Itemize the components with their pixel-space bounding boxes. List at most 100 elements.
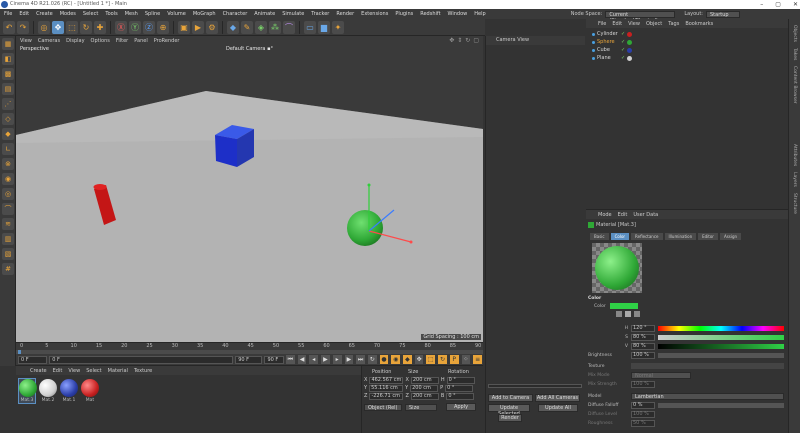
hue-slider[interactable] [658, 326, 784, 331]
menu-window[interactable]: Window [448, 11, 468, 17]
size-z-field[interactable]: 200 cm [410, 392, 439, 400]
rot-p-field[interactable]: 0 ° [445, 384, 474, 392]
viewport-menu-prorender[interactable]: ProRender [154, 38, 180, 44]
end-frame-field[interactable]: 90 F [235, 355, 263, 364]
edit-render-settings-icon[interactable]: ⚙ [206, 20, 218, 34]
scale-key-icon[interactable]: ⬚ [426, 355, 436, 364]
viewport-menu-filter[interactable]: Filter [116, 38, 128, 44]
zoom-icon[interactable]: ⇕ [457, 37, 462, 44]
array-icon[interactable]: ⁂ [269, 20, 281, 34]
x-axis-icon[interactable]: Ⓧ [115, 20, 127, 34]
mat-menu-create[interactable]: Create [30, 368, 47, 374]
picture-icon[interactable] [634, 311, 640, 317]
layout-select[interactable]: Startup [706, 10, 740, 18]
menu-mograph[interactable]: MoGraph [193, 11, 216, 17]
texture-slot[interactable] [631, 363, 784, 369]
saturation-slider[interactable] [658, 335, 784, 340]
coord-size-select[interactable]: Size [405, 403, 437, 411]
perspective-viewport[interactable]: Perspective Default Camera ▪° Grid Spaci… [16, 45, 483, 342]
grid-icon[interactable]: # [2, 263, 14, 275]
pen-icon[interactable]: ✎ [241, 20, 253, 34]
maximize-button[interactable]: ▢ [775, 1, 781, 8]
side-tab-attributes[interactable]: Attributes [792, 144, 797, 166]
menu-plugins[interactable]: Plugins [395, 11, 413, 17]
menu-select[interactable]: Select [83, 11, 98, 17]
menu-animate[interactable]: Animate [254, 11, 275, 17]
subdivision-icon[interactable]: ◈ [255, 20, 267, 34]
viewport-menu-cameras[interactable]: Cameras [38, 38, 60, 44]
render-view-icon[interactable]: ▣ [178, 20, 190, 34]
attr-menu-edit[interactable]: Edit [618, 212, 628, 218]
z-axis-icon[interactable]: Ⓩ [143, 20, 155, 34]
s-field[interactable]: 80 % [631, 334, 655, 341]
obj-menu-file[interactable]: File [598, 21, 606, 27]
autokey-icon[interactable]: ◉ [391, 355, 401, 364]
value-slider[interactable] [658, 344, 784, 349]
visibility-check-icon[interactable]: ✓ [621, 39, 625, 45]
visibility-check-icon[interactable]: ✓ [621, 55, 625, 61]
menu-render[interactable]: Render [336, 11, 354, 17]
menu-simulate[interactable]: Simulate [282, 11, 304, 17]
maximize-view-icon[interactable]: ▢ [473, 37, 479, 44]
roughness-field[interactable]: 50 % [631, 420, 655, 427]
start-frame-field[interactable]: 0 F [18, 355, 48, 364]
rot-b-field[interactable]: 0 ° [446, 392, 475, 400]
tab-reflectance[interactable]: Reflectance [631, 232, 663, 240]
tab-editor[interactable]: Editor [698, 232, 718, 240]
model-mode-icon[interactable]: ◧ [2, 53, 14, 65]
close-button[interactable]: ✕ [793, 1, 798, 8]
last-tool-icon[interactable]: ✚ [94, 20, 106, 34]
go-to-end-icon[interactable]: ⏭ [356, 355, 365, 364]
menu-modes[interactable]: Modes [60, 11, 76, 17]
solo-icon[interactable]: ◉ [2, 173, 14, 185]
pos-x-field[interactable]: 462.567 cm [369, 376, 404, 384]
move-icon[interactable]: ✥ [52, 20, 64, 34]
previous-frame-icon[interactable]: ◂ [309, 355, 319, 364]
minimize-button[interactable]: – [760, 1, 763, 8]
menu-redshift[interactable]: Redshift [420, 11, 440, 17]
tab-illumination[interactable]: Illumination [664, 232, 697, 240]
sphere-object[interactable] [347, 210, 383, 246]
material-tag-icon[interactable] [627, 47, 633, 53]
add-all-cameras-button[interactable]: Add All Cameras [535, 394, 580, 402]
enable-snap-icon[interactable]: ⊗ [2, 158, 14, 170]
pos-y-field[interactable]: 55.116 cm [369, 384, 404, 392]
timeline-window-icon[interactable]: ≡ [473, 355, 482, 364]
material-tag-icon[interactable] [627, 39, 633, 45]
cube-icon[interactable]: ◆ [227, 20, 239, 34]
v-field[interactable]: 80 % [631, 343, 655, 350]
tab-basic[interactable]: Basic [590, 232, 609, 240]
pos-z-field[interactable]: -226.71 cm [369, 392, 404, 400]
color-wheel-icon[interactable] [616, 311, 622, 317]
object-row[interactable]: Plane ✓ [586, 54, 788, 62]
tab-color[interactable]: Color [610, 232, 630, 240]
material-item[interactable]: Mat.2 [39, 379, 57, 403]
loop-icon[interactable]: ↻ [367, 355, 377, 364]
apply-button[interactable]: Apply [446, 403, 476, 411]
viewport-menu-options[interactable]: Options [91, 38, 110, 44]
next-frame-icon[interactable]: ▸ [332, 355, 342, 364]
mat-menu-edit[interactable]: Edit [53, 368, 63, 374]
mat-menu-texture[interactable]: Texture [134, 368, 152, 374]
visibility-check-icon[interactable]: ✓ [621, 47, 625, 53]
render-to-picture-viewer-icon[interactable]: ▶ [192, 20, 204, 34]
material-tag-icon[interactable] [627, 55, 633, 61]
live-selection-icon[interactable]: ◎ [38, 20, 50, 34]
material-tag-icon[interactable] [627, 31, 633, 37]
next-key-icon[interactable]: ▶ [344, 355, 354, 364]
viewport-menu-panel[interactable]: Panel [134, 38, 148, 44]
mix-strength-field[interactable]: 100 % [631, 381, 655, 388]
menu-mesh[interactable]: Mesh [125, 11, 138, 17]
diffuse-falloff-slider[interactable] [658, 403, 784, 408]
object-row[interactable]: Cylinder ✓ [586, 30, 788, 38]
menu-extensions[interactable]: Extensions [361, 11, 388, 17]
pan-icon[interactable]: ✥ [449, 37, 454, 44]
visibility-check-icon[interactable]: ✓ [621, 31, 625, 37]
coord-mode-select[interactable]: Object (Rel) [364, 403, 402, 411]
current-frame-field[interactable]: 0 F [49, 355, 234, 364]
spectrum-icon[interactable] [625, 311, 631, 317]
color-swatch[interactable] [609, 303, 638, 309]
polygons-mode-icon[interactable]: ◆ [2, 128, 14, 140]
previous-key-icon[interactable]: ◀ [297, 355, 307, 364]
bend-icon[interactable]: ⌒ [283, 20, 295, 34]
